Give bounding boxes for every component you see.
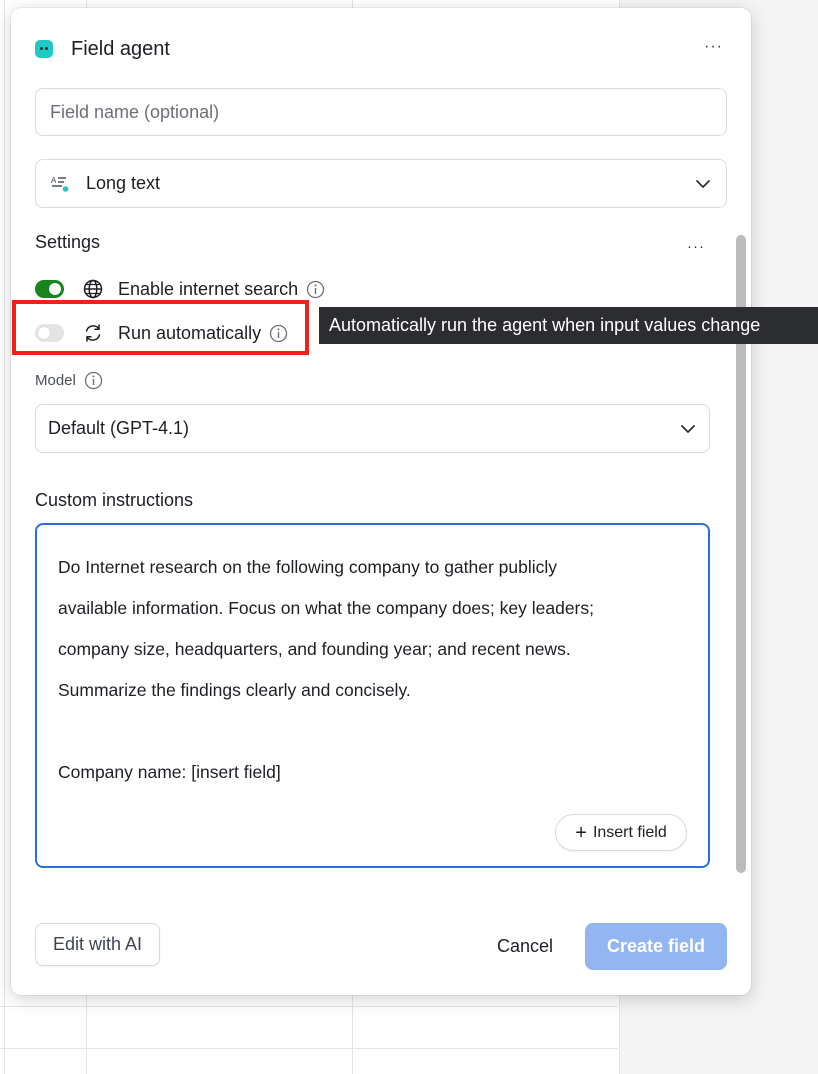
field-name-input[interactable] [35, 88, 727, 136]
settings-heading: Settings [35, 232, 101, 252]
grid-line [0, 1048, 618, 1049]
field-type-label: Long text [86, 173, 161, 193]
instruction-line: company size, headquarters, and founding… [58, 639, 571, 659]
internet-search-toggle[interactable] [35, 280, 64, 298]
insert-field-button[interactable]: + Insert field [555, 814, 687, 851]
instruction-line: Summarize the findings clearly and conci… [58, 680, 411, 700]
grid-line [4, 0, 5, 1074]
custom-instructions-heading: Custom instructions [35, 490, 194, 510]
insert-field-label: Insert field [592, 823, 667, 841]
info-icon[interactable] [306, 280, 325, 299]
long-text-icon: A [50, 174, 70, 194]
create-field-button[interactable]: Create field [585, 923, 727, 970]
cancel-button[interactable]: Cancel [481, 925, 569, 968]
internet-search-label: Enable internet search [118, 278, 299, 299]
settings-more-button[interactable]: ··· [687, 238, 705, 255]
edit-with-ai-button[interactable]: Edit with AI [35, 923, 160, 966]
instruction-line [58, 711, 678, 752]
model-label: Model [35, 372, 76, 389]
instruction-line: Company name: [insert field] [58, 762, 281, 782]
plus-icon: + [575, 821, 587, 844]
model-selected-label: Default (GPT-4.1) [48, 418, 190, 438]
field-type-select[interactable]: A Long text [35, 159, 727, 208]
instruction-line: available information. Focus on what the… [58, 598, 594, 618]
model-heading: Model [35, 371, 103, 390]
dialog-title: Field agent [71, 37, 170, 60]
agent-icon [35, 40, 53, 58]
chevron-down-icon [681, 424, 695, 433]
dialog-header: Field agent [35, 36, 170, 62]
chevron-down-icon [696, 179, 710, 188]
grid-line [0, 1006, 618, 1007]
field-agent-dialog: Field agent ··· A Long text Settings ··· [11, 8, 751, 995]
internet-search-row: Enable internet search [35, 276, 325, 302]
instruction-line: Do Internet research on the following co… [58, 557, 558, 577]
globe-icon [83, 279, 103, 299]
model-select[interactable]: Default (GPT-4.1) [35, 404, 710, 453]
custom-instructions-editor[interactable]: Do Internet research on the following co… [35, 523, 710, 868]
highlight-box [12, 300, 309, 355]
instructions-text[interactable]: Do Internet research on the following co… [58, 547, 678, 793]
more-options-button[interactable]: ··· [704, 38, 723, 56]
info-icon[interactable] [84, 371, 103, 390]
svg-text:A: A [51, 176, 57, 185]
tooltip: Automatically run the agent when input v… [319, 307, 818, 344]
scrolled-helper-text [35, 898, 675, 912]
